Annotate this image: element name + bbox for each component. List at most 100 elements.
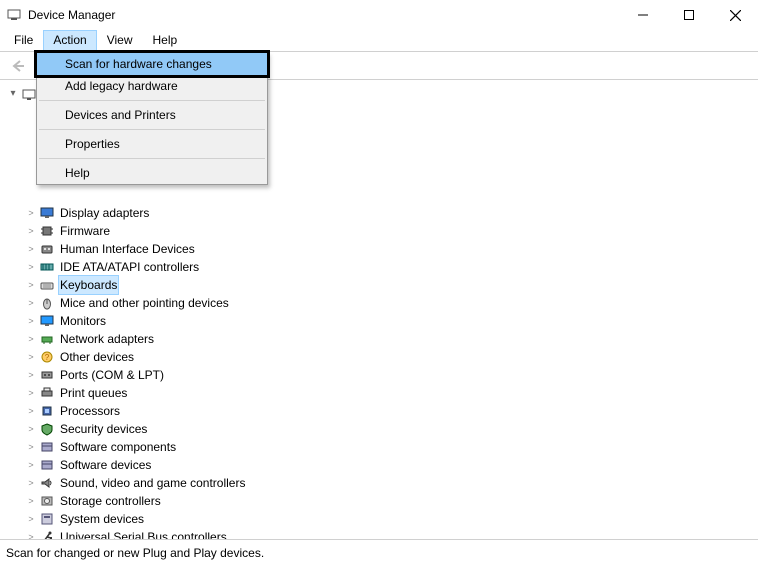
tree-node[interactable]: > Software components	[24, 438, 758, 456]
display-icon	[39, 205, 55, 221]
expand-icon[interactable]: >	[24, 456, 38, 474]
menu-help[interactable]: Help	[143, 30, 188, 51]
close-button[interactable]	[712, 0, 758, 30]
expand-icon[interactable]: >	[24, 258, 38, 276]
tree-node-label: Universal Serial Bus controllers	[58, 528, 229, 540]
tree-node-label: Display adapters	[58, 204, 151, 222]
tree-node-label: Security devices	[58, 420, 149, 438]
expand-icon[interactable]: >	[24, 510, 38, 528]
menu-file[interactable]: File	[4, 30, 43, 51]
tree-node-label: System devices	[58, 510, 146, 528]
tree-node[interactable]: > Print queues	[24, 384, 758, 402]
keyboard-icon	[39, 277, 55, 293]
titlebar: Device Manager	[0, 0, 758, 30]
menu-properties[interactable]: Properties	[37, 133, 267, 155]
storage-icon	[39, 493, 55, 509]
expand-icon[interactable]: >	[24, 528, 38, 540]
tree-node[interactable]: > Monitors	[24, 312, 758, 330]
expand-icon[interactable]: >	[24, 312, 38, 330]
menu-separator	[39, 100, 265, 101]
expand-icon[interactable]: >	[24, 276, 38, 294]
menu-view[interactable]: View	[97, 30, 143, 51]
tree-node[interactable]: > Ports (COM & LPT)	[24, 366, 758, 384]
expand-icon[interactable]: >	[24, 474, 38, 492]
tree-node-label: Network adapters	[58, 330, 156, 348]
tree-node[interactable]: > Network adapters	[24, 330, 758, 348]
tree-node-label: Print queues	[58, 384, 129, 402]
tree-node[interactable]: > Mice and other pointing devices	[24, 294, 758, 312]
expand-icon[interactable]: >	[24, 240, 38, 258]
expand-icon[interactable]: >	[24, 204, 38, 222]
tree-node[interactable]: > Storage controllers	[24, 492, 758, 510]
tree-node[interactable]: > IDE ATA/ATAPI controllers	[24, 258, 758, 276]
menu-separator	[39, 158, 265, 159]
expand-icon[interactable]: >	[24, 330, 38, 348]
tree-node[interactable]: > Sound, video and game controllers	[24, 474, 758, 492]
tree-node[interactable]: > Keyboards	[24, 276, 758, 294]
expand-icon[interactable]: >	[24, 348, 38, 366]
tree-node-label: Keyboards	[58, 275, 119, 295]
hid-icon	[39, 241, 55, 257]
menu-add-legacy[interactable]: Add legacy hardware	[37, 75, 267, 97]
tree-node-label: Monitors	[58, 312, 108, 330]
ide-icon	[39, 259, 55, 275]
device-manager-icon	[6, 7, 22, 23]
port-icon	[39, 367, 55, 383]
other-icon: ?	[39, 349, 55, 365]
software-icon	[39, 457, 55, 473]
tree-node[interactable]: > Processors	[24, 402, 758, 420]
usb-icon	[39, 529, 55, 540]
statusbar: Scan for changed or new Plug and Play de…	[0, 542, 758, 564]
window-title: Device Manager	[28, 8, 115, 22]
system-icon	[39, 511, 55, 527]
menu-scan-hardware[interactable]: Scan for hardware changes	[37, 53, 267, 75]
menubar: File Action View Help	[0, 30, 758, 52]
tree-node-label: Sound, video and game controllers	[58, 474, 247, 492]
tree-node[interactable]: >? Other devices	[24, 348, 758, 366]
back-button[interactable]	[6, 55, 30, 77]
expand-icon[interactable]: >	[24, 366, 38, 384]
tree-node[interactable]: > Universal Serial Bus controllers	[24, 528, 758, 540]
software-icon	[39, 439, 55, 455]
tree-node[interactable]: > Security devices	[24, 420, 758, 438]
action-dropdown: Scan for hardware changes Add legacy har…	[36, 52, 268, 185]
svg-text:?: ?	[45, 353, 50, 362]
tree-node-label: Human Interface Devices	[58, 240, 197, 258]
expand-icon[interactable]: >	[24, 492, 38, 510]
tree-node-label: IDE ATA/ATAPI controllers	[58, 258, 201, 276]
expand-icon[interactable]: >	[24, 294, 38, 312]
tree-node-label: Firmware	[58, 222, 112, 240]
sound-icon	[39, 475, 55, 491]
tree-node-label: Software components	[58, 438, 178, 456]
statusbar-text: Scan for changed or new Plug and Play de…	[6, 546, 264, 560]
tree-node[interactable]: > Software devices	[24, 456, 758, 474]
chip-icon	[39, 223, 55, 239]
tree-node[interactable]: > System devices	[24, 510, 758, 528]
tree-node-label: Mice and other pointing devices	[58, 294, 231, 312]
tree-node[interactable]: > Human Interface Devices	[24, 240, 758, 258]
expand-icon[interactable]: >	[24, 384, 38, 402]
expand-icon[interactable]: >	[24, 222, 38, 240]
tree-node-label: Other devices	[58, 348, 136, 366]
expand-icon[interactable]: ▾	[6, 85, 20, 103]
tree-node-label: Ports (COM & LPT)	[58, 366, 166, 384]
mouse-icon	[39, 295, 55, 311]
cpu-icon	[39, 403, 55, 419]
expand-icon[interactable]: >	[24, 438, 38, 456]
tree-node-label: Storage controllers	[58, 492, 163, 510]
menu-devices-printers[interactable]: Devices and Printers	[37, 104, 267, 126]
expand-icon[interactable]: >	[24, 402, 38, 420]
monitor-icon	[39, 313, 55, 329]
maximize-button[interactable]	[666, 0, 712, 30]
tree-node-label: Processors	[58, 402, 122, 420]
expand-icon[interactable]: >	[24, 420, 38, 438]
printer-icon	[39, 385, 55, 401]
tree-node-label: Software devices	[58, 456, 153, 474]
computer-icon	[21, 87, 37, 103]
minimize-button[interactable]	[620, 0, 666, 30]
menu-help[interactable]: Help	[37, 162, 267, 184]
security-icon	[39, 421, 55, 437]
tree-node[interactable]: > Display adapters	[24, 204, 758, 222]
tree-node[interactable]: > Firmware	[24, 222, 758, 240]
menu-action[interactable]: Action	[43, 30, 96, 51]
